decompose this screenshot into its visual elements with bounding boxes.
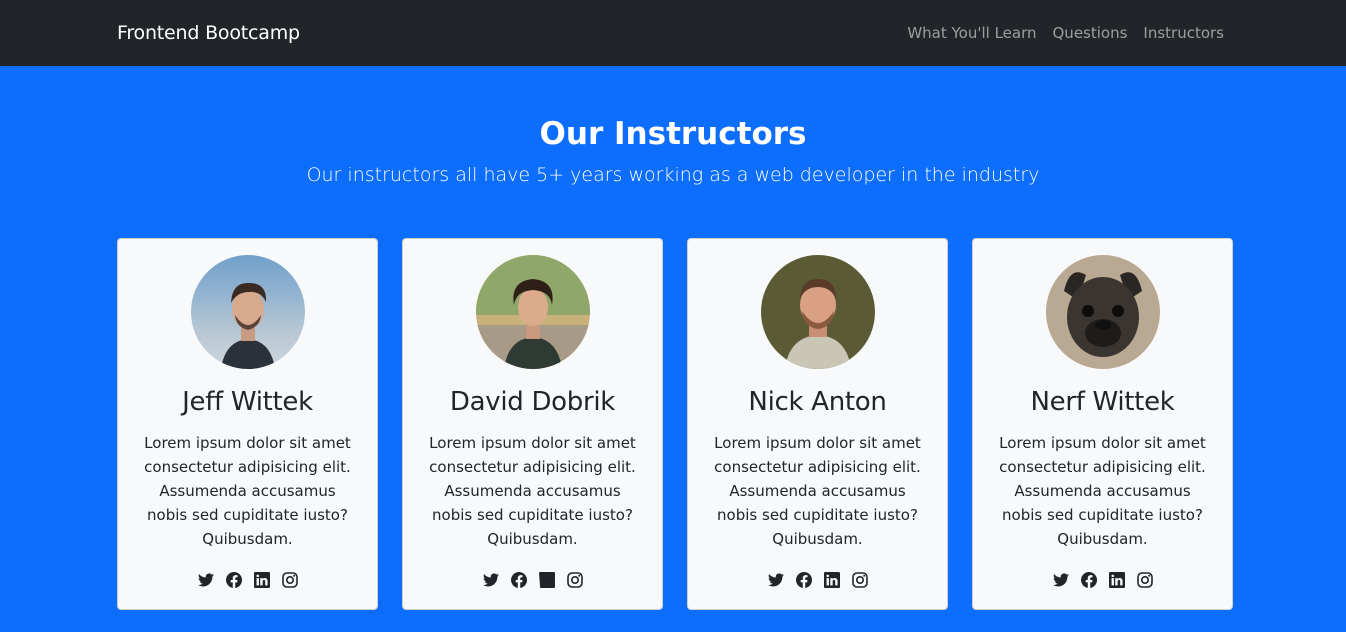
linkedin-icon[interactable]: [1108, 572, 1125, 588]
instructor-name: Nick Anton: [748, 387, 887, 417]
linkedin-icon[interactable]: [253, 572, 270, 588]
twitter-icon[interactable]: [197, 572, 214, 588]
twitter-icon[interactable]: [1052, 572, 1069, 588]
instructor-card: Nerf Wittek Lorem ipsum dolor sit amet c…: [972, 238, 1233, 610]
instagram-icon[interactable]: [281, 572, 298, 588]
instructors-section: Our Instructors Our instructors all have…: [0, 66, 1346, 632]
brand-link[interactable]: Frontend Bootcamp: [117, 22, 300, 44]
twitter-icon[interactable]: [482, 572, 499, 588]
navbar: Frontend Bootcamp What You'll Learn Ques…: [0, 0, 1346, 66]
instructor-bio: Lorem ipsum dolor sit amet consectetur a…: [144, 434, 351, 548]
instagram-icon[interactable]: [1136, 572, 1153, 588]
instructor-cards: Jeff Wittek Lorem ipsum dolor sit amet c…: [117, 238, 1233, 610]
facebook-icon[interactable]: [225, 572, 242, 588]
section-title: Our Instructors: [539, 116, 807, 152]
avatar: [190, 255, 305, 369]
instructor-bio: Lorem ipsum dolor sit amet consectetur a…: [714, 434, 921, 548]
avatar: [475, 255, 590, 369]
facebook-icon[interactable]: [795, 572, 812, 588]
section-subtitle: Our instructors all have 5+ years workin…: [306, 164, 1040, 186]
nav-links: What You'll Learn Questions Instructors: [907, 24, 1224, 42]
social-links: [1052, 572, 1153, 588]
nav-link-what-youll-learn[interactable]: What You'll Learn: [907, 24, 1036, 42]
instructor-name: David Dobrik: [449, 387, 616, 417]
linkedin-icon[interactable]: [823, 572, 840, 588]
nav-link-questions[interactable]: Questions: [1053, 24, 1128, 42]
instagram-icon[interactable]: [566, 572, 583, 588]
instructor-bio: Lorem ipsum dolor sit amet consectetur a…: [429, 434, 636, 548]
facebook-icon[interactable]: [510, 572, 527, 588]
linkedin-icon[interactable]: [538, 572, 555, 588]
social-links: [482, 572, 583, 588]
instagram-icon[interactable]: [851, 572, 868, 588]
instructor-bio: Lorem ipsum dolor sit amet consectetur a…: [999, 434, 1206, 548]
instructor-name: Jeff Wittek: [182, 387, 313, 417]
instructor-card: David Dobrik Lorem ipsum dolor sit amet …: [402, 238, 663, 610]
instructor-name: Nerf Wittek: [1030, 387, 1175, 417]
instructor-card: Jeff Wittek Lorem ipsum dolor sit amet c…: [117, 238, 378, 610]
avatar: [760, 255, 875, 369]
twitter-icon[interactable]: [767, 572, 784, 588]
facebook-icon[interactable]: [1080, 572, 1097, 588]
avatar: [1045, 255, 1160, 369]
social-links: [767, 572, 868, 588]
nav-link-instructors[interactable]: Instructors: [1143, 24, 1224, 42]
social-links: [197, 572, 298, 588]
instructor-card: Nick Anton Lorem ipsum dolor sit amet co…: [687, 238, 948, 610]
